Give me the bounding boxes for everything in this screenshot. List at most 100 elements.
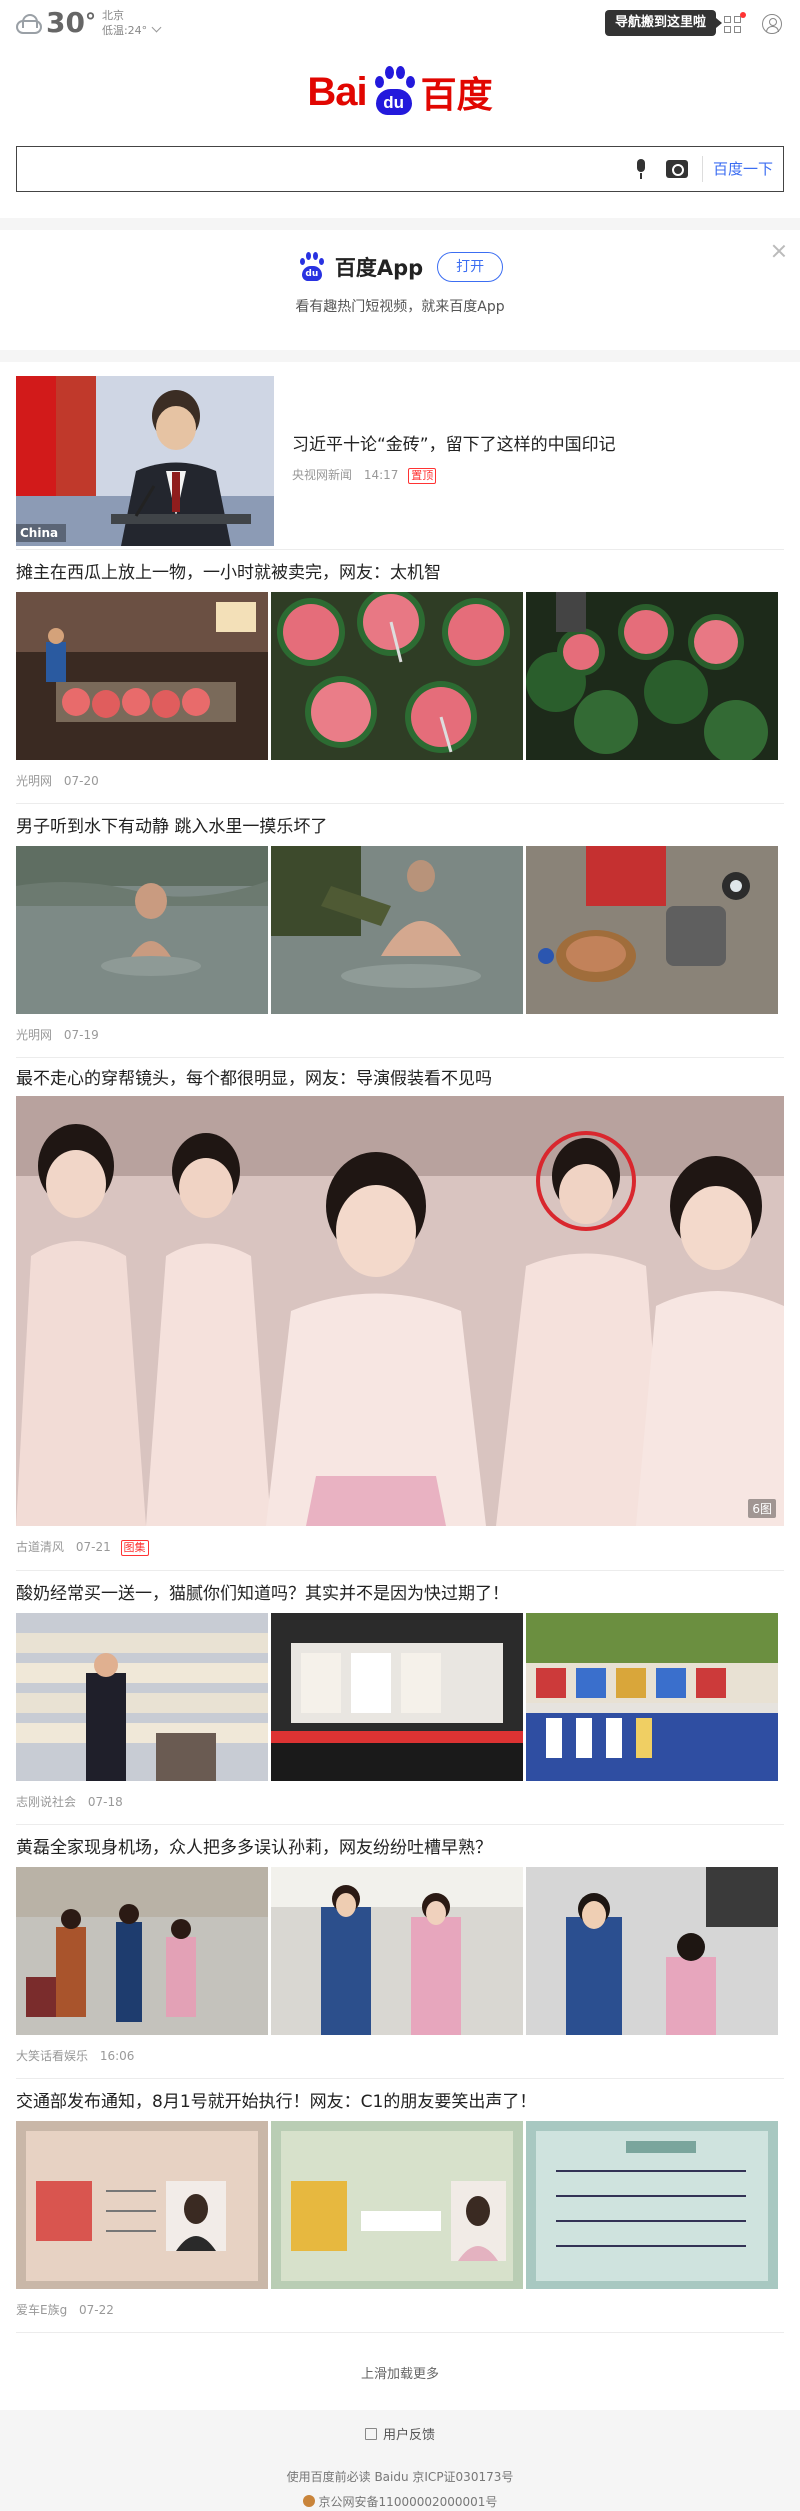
gallery-tag: 图集 (120, 1540, 149, 1556)
news-meta: 爱车E族g 07-22 (16, 2301, 784, 2318)
police-badge-icon (302, 2495, 315, 2507)
open-app-button[interactable]: 打开 (437, 252, 504, 282)
news-images (16, 846, 784, 1014)
news-image (16, 1613, 268, 1781)
news-item[interactable]: 黄磊全家现身机场，众人把多多误认孙莉，网友纷纷吐槽早熟？ 大笑话看娱乐 16:0… (16, 1825, 784, 2079)
notification-dot (740, 12, 746, 18)
news-item-gallery[interactable]: 最不走心的穿帮镜头，每个都很明显，网友：导演假装看不见吗 6图 古道清风 07-… (16, 1058, 784, 1571)
section-gap (0, 350, 800, 362)
news-image (271, 2121, 523, 2289)
news-title[interactable]: 最不走心的穿帮镜头，每个都很明显，网友：导演假装看不见吗 (16, 1058, 784, 1094)
cloud-rain-icon (14, 14, 42, 34)
news-image (526, 1867, 778, 2035)
news-images (16, 592, 784, 760)
app-banner-subtitle: 看有趣热门短视频，就来百度App (295, 299, 505, 315)
footer-icp[interactable]: 使用百度前必读 Baidu 京ICP证030173号 (0, 2468, 800, 2485)
feedback-icon (364, 2427, 377, 2440)
app-name: 百度App (334, 256, 424, 280)
footer-police-record[interactable]: 京公网安备11000002000001号 (302, 2493, 497, 2510)
news-title[interactable]: 习近平十论“金砖”，留下了这样的中国印记 (292, 432, 616, 458)
paw-icon: du (369, 66, 419, 118)
news-item[interactable]: 酸奶经常买一送一，猫腻你们知道吗？其实并不是因为快过期了！ 志刚说社会 07-1… (16, 1571, 784, 1825)
image-caption: China (20, 526, 59, 540)
feedback-label: 用户反馈 (382, 2428, 435, 2443)
news-image (16, 592, 268, 760)
nav-tooltip: 导航搬到这里啦 (605, 10, 723, 36)
weather-location: 北京 低温:24° (101, 8, 162, 38)
news-image (271, 1867, 523, 2035)
news-meta: 古道清风 07-21 图集 (16, 1538, 784, 1556)
news-source: 志刚说社会 (16, 1795, 77, 1809)
news-image (271, 592, 523, 760)
search-input[interactable] (17, 147, 630, 191)
footer: 用户反馈 使用百度前必读 Baidu 京ICP证030173号 京公网安备110… (0, 2410, 800, 2511)
city-name: 北京 (101, 9, 124, 22)
low-temp: 低温:24° (102, 22, 162, 38)
news-time: 07-19 (63, 1028, 99, 1042)
grid-nav-icon[interactable] (724, 16, 742, 34)
app-download-banner: du 百度App 打开 看有趣热门短视频，就来百度App (0, 230, 800, 350)
news-images (16, 1867, 784, 2035)
temperature: 30° (46, 6, 96, 39)
news-source: 光明网 (16, 1028, 53, 1042)
microphone-icon[interactable] (630, 158, 652, 180)
user-icon[interactable] (762, 14, 782, 34)
logo-du: du (375, 89, 412, 115)
news-images (16, 2121, 784, 2289)
news-item[interactable]: 摊主在西瓜上放上一物，一小时就被卖完，网友：太机智 光明网 07-20 (16, 550, 784, 804)
close-icon[interactable] (772, 244, 786, 258)
section-gap (0, 218, 800, 230)
news-image (16, 2121, 268, 2289)
news-meta: 志刚说社会 07-18 (16, 1793, 784, 1810)
news-title[interactable]: 酸奶经常买一送一，猫腻你们知道吗？其实并不是因为快过期了！ (16, 1575, 784, 1609)
news-time: 16:06 (99, 2049, 135, 2063)
search-button[interactable]: 百度一下 (701, 156, 783, 182)
baidu-logo: Bai du 百度 (0, 52, 800, 132)
news-time: 07-21 (75, 1540, 111, 1554)
chevron-down-icon (151, 22, 162, 33)
weather-widget[interactable]: 30° 北京 低温:24° (14, 6, 162, 40)
news-images (16, 1613, 784, 1781)
news-image (526, 2121, 778, 2289)
news-source: 古道清风 (16, 1540, 65, 1554)
news-time: 14:17 (363, 468, 399, 482)
search-box: 百度一下 (16, 146, 784, 192)
news-item[interactable]: 交通部发布通知，8月1号就开始执行！网友：C1的朋友要笑出声了！ 爱车E族g 0… (16, 2079, 784, 2333)
camera-icon[interactable] (665, 160, 688, 178)
image-count: 6图 (748, 1499, 776, 1518)
baidu-app-logo-icon: du (297, 252, 327, 282)
logo-bai: Bai (307, 69, 367, 114)
news-image (271, 846, 523, 1014)
logo-chinese: 百度 (420, 75, 493, 116)
pinned-tag: 置顶 (408, 468, 437, 484)
news-meta: 大笑话看娱乐 16:06 (16, 2047, 784, 2064)
news-title[interactable]: 黄磊全家现身机场，众人把多多误认孙莉，网友纷纷吐槽早熟？ (16, 1829, 784, 1863)
news-meta: 光明网 07-20 (16, 772, 784, 789)
news-big-image: 6图 (16, 1096, 784, 1526)
news-source: 光明网 (16, 774, 53, 788)
news-image (526, 1613, 778, 1781)
news-image (526, 846, 778, 1014)
news-title[interactable]: 摊主在西瓜上放上一物，一小时就被卖完，网友：太机智 (16, 554, 784, 588)
news-item-pinned[interactable]: China 习近平十论“金砖”，留下了这样的中国印记 央视网新闻 14:17 置… (16, 362, 784, 550)
news-meta: 光明网 07-19 (16, 1026, 784, 1043)
news-source: 爱车E族g (16, 2303, 68, 2317)
news-thumbnail: China (16, 376, 274, 546)
news-image (271, 1613, 523, 1781)
news-item[interactable]: 男子听到水下有动静 跳入水里一摸乐坏了 光明网 07-19 (16, 804, 784, 1058)
news-title[interactable]: 交通部发布通知，8月1号就开始执行！网友：C1的朋友要笑出声了！ (16, 2083, 784, 2117)
header-area: 30° 北京 低温:24° 导航搬到这里啦 Bai du 百度 百度一下 (0, 0, 800, 218)
news-feed: China 习近平十论“金砖”，留下了这样的中国印记 央视网新闻 14:17 置… (0, 362, 800, 2333)
news-title[interactable]: 男子听到水下有动静 跳入水里一摸乐坏了 (16, 808, 784, 842)
news-meta: 央视网新闻 14:17 置顶 (292, 466, 616, 484)
news-image (16, 1867, 268, 2035)
news-image (16, 846, 268, 1014)
news-time: 07-20 (63, 774, 99, 788)
top-bar: 30° 北京 低温:24° 导航搬到这里啦 (0, 0, 800, 52)
feedback-link[interactable]: 用户反馈 (364, 2424, 435, 2443)
load-more[interactable]: 上滑加载更多 (0, 2333, 800, 2410)
news-source: 央视网新闻 (292, 468, 353, 482)
news-time: 07-18 (87, 1795, 123, 1809)
news-time: 07-22 (79, 2303, 114, 2317)
news-source: 大笑话看娱乐 (16, 2049, 89, 2063)
